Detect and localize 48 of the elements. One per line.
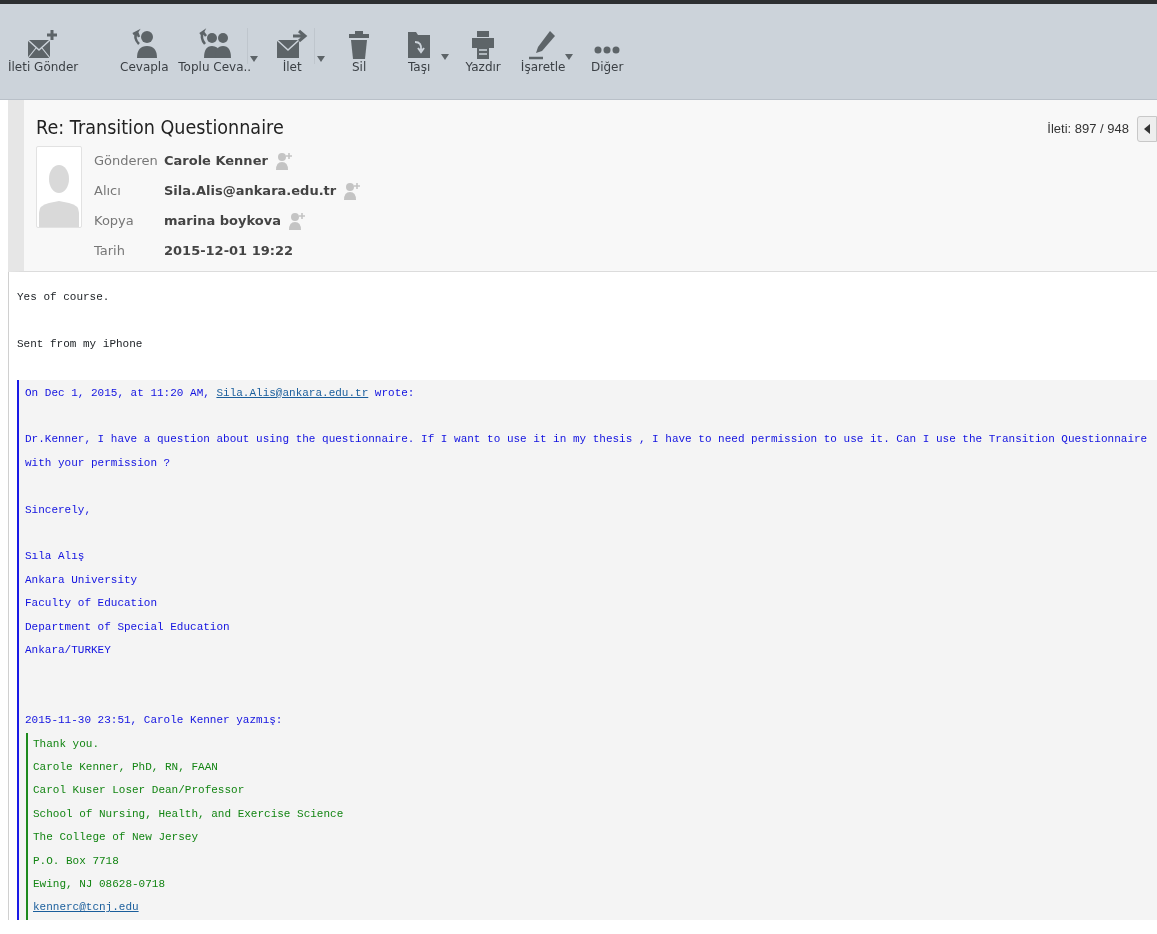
quote-line: Sıla Alış	[25, 549, 86, 565]
toolbar-button[interactable]: Taşı	[393, 28, 446, 74]
quote-line: School of Nursing, Health, and Exercise Science	[33, 806, 345, 822]
toolbar-button[interactable]: Cevapla	[118, 28, 171, 74]
message-counter: İleti: 897 / 948	[1047, 120, 1129, 139]
more-icon	[594, 46, 621, 54]
quote-line: Sincerely,	[25, 502, 92, 518]
toolbar-button[interactable]: Toplu Ceva..	[178, 28, 252, 74]
toolbar-button[interactable]: Yazdır	[457, 28, 510, 74]
quote-line: Carole Kenner, PhD, RN, FAAN	[33, 760, 219, 775]
dropdown-caret-icon[interactable]	[314, 28, 326, 64]
reply-all-icon	[197, 28, 232, 60]
quote-line: P.O. Box 7718	[33, 853, 120, 869]
quote-line: Dr.Kenner, I have a question about using the questionnaire. If I want to use it in my thesis , I have to need permission to use it. Can I use the Transition Questionnaire with your permission ?	[25, 432, 1149, 471]
field-value: marina boykova	[164, 212, 281, 231]
email-link[interactable]: kennerc@tcnj.edu	[33, 901, 139, 914]
dropdown-caret-icon[interactable]	[565, 54, 574, 60]
field-label: Tarih	[94, 242, 126, 261]
field-label: Kopya	[94, 212, 135, 231]
previous-button[interactable]	[1137, 116, 1157, 142]
forward-icon	[275, 28, 310, 60]
quote-line: Faculty of Education	[25, 596, 159, 612]
toolbar-button[interactable]: İşaretle	[517, 28, 570, 74]
email-link[interactable]: Sila.Alis@ankara.edu.tr	[216, 386, 369, 399]
message-subject: Re: Transition Questionnaire	[36, 114, 284, 141]
toolbar-button[interactable]: İlet	[266, 28, 319, 74]
field-value: Sila.Alis@ankara.edu.tr	[164, 182, 337, 201]
toolbar-button[interactable]: Sil	[333, 28, 386, 74]
quote-line: Ankara University	[25, 572, 139, 588]
dropdown-caret-icon[interactable]	[247, 28, 259, 64]
quote-line: Thank you.	[33, 736, 100, 752]
toolbar-button[interactable]: İleti Gönder	[8, 28, 79, 74]
field-value: Carole Kenner	[164, 152, 268, 171]
quote-attribution: On Dec 1, 2015, at 11:20 AM, Sila.Alis@ankara.edu.tr wrote:	[25, 385, 416, 401]
field-label: Alıcı	[94, 182, 122, 201]
field-label: Gönderen	[94, 152, 159, 171]
quote-line: The College of New Jersey	[33, 830, 200, 846]
quote-attribution: 2015-11-30 23:51, Carole Kenner yazmış:	[25, 713, 284, 729]
quote-line: Carol Kuser Loser Dean/Professor	[33, 783, 246, 799]
message-line: Sent from my iPhone	[17, 336, 144, 352]
dropdown-caret-icon[interactable]	[441, 54, 450, 60]
field-value: 2015-12-01 19:22	[164, 242, 294, 261]
left-arrow-icon	[1144, 124, 1150, 134]
toolbar-button[interactable]: Diğer	[581, 28, 634, 74]
quote-line: Ankara/TURKEY	[25, 643, 112, 658]
quote-line: Ewing, NJ 08628-0718	[33, 877, 167, 893]
quote-line: Department of Special Education	[25, 619, 231, 635]
message-line: Yes of course.	[17, 290, 111, 305]
